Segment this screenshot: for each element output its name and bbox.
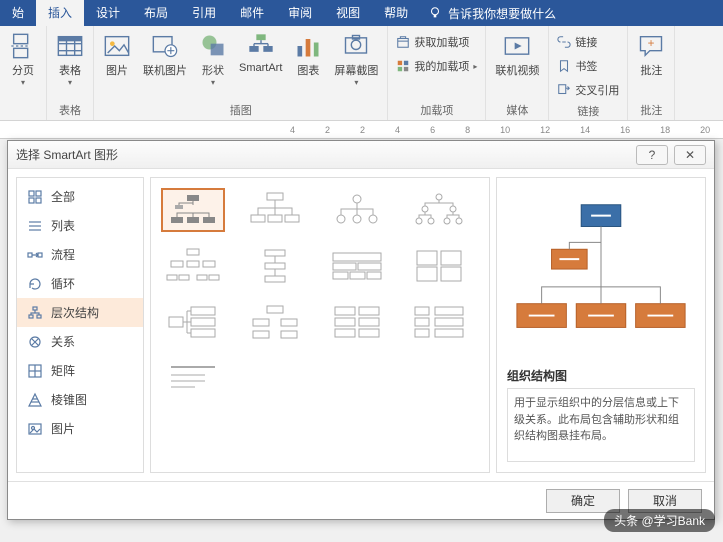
thumb-h8[interactable] bbox=[407, 244, 471, 288]
tab-layout[interactable]: 布局 bbox=[132, 0, 180, 26]
group-pages: 分页▾ bbox=[0, 26, 47, 120]
tab-references[interactable]: 引用 bbox=[180, 0, 228, 26]
online-picture-icon bbox=[151, 32, 179, 60]
cancel-button[interactable]: 取消 bbox=[628, 489, 702, 513]
tab-review[interactable]: 审阅 bbox=[276, 0, 324, 26]
group-illustrations: 图片 联机图片 形状▾ SmartArt 图表 屏幕截图▾ bbox=[94, 26, 388, 120]
get-addins-button[interactable]: 获取加载项 bbox=[392, 31, 481, 53]
preview-description: 用于显示组织中的分层信息或上下级关系。此布局包含辅助形状和组织结构图悬挂布局。 bbox=[507, 388, 695, 462]
bookmark-icon bbox=[557, 59, 571, 73]
dialog-title-text: 选择 SmartArt 图形 bbox=[16, 146, 118, 163]
cat-relationship[interactable]: 关系 bbox=[17, 327, 143, 356]
all-icon bbox=[27, 189, 43, 205]
thumb-h9[interactable] bbox=[161, 300, 225, 344]
thumb-h11[interactable] bbox=[325, 300, 389, 344]
smartart-gallery bbox=[150, 177, 490, 473]
crossref-icon bbox=[557, 83, 571, 97]
group-links: 链接 书签 交叉引用 链接 bbox=[549, 26, 628, 120]
table-icon bbox=[56, 32, 84, 60]
help-button[interactable]: ? bbox=[636, 145, 668, 165]
store-icon bbox=[396, 35, 410, 49]
link-icon bbox=[557, 35, 571, 49]
cat-process[interactable]: 流程 bbox=[17, 240, 143, 269]
dialog-footer: 确定 取消 bbox=[8, 481, 714, 519]
ribbon-body: 分页▾ 表格▾ 表格 图片 联机图片 形状▾ bbox=[0, 26, 723, 121]
cat-picture[interactable]: 图片 bbox=[17, 414, 143, 443]
tell-me-search[interactable]: 告诉我你想要做什么 bbox=[428, 5, 556, 22]
cat-pyramid[interactable]: 棱锥图 bbox=[17, 385, 143, 414]
svg-text:+: + bbox=[648, 37, 655, 50]
comment-icon: + bbox=[637, 32, 665, 60]
thumb-h12[interactable] bbox=[407, 300, 471, 344]
thumb-h7[interactable] bbox=[325, 244, 389, 288]
thumb-h4[interactable] bbox=[407, 188, 471, 232]
group-media: 联机视频 媒体 bbox=[486, 26, 549, 120]
tab-start[interactable]: 始 bbox=[0, 0, 36, 26]
thumb-h6[interactable] bbox=[243, 244, 307, 288]
thumb-h10[interactable] bbox=[243, 300, 307, 344]
shapes-button[interactable]: 形状▾ bbox=[194, 29, 232, 100]
thumb-h13[interactable] bbox=[161, 356, 225, 400]
bookmark-button[interactable]: 书签 bbox=[553, 55, 623, 77]
chart-icon bbox=[294, 32, 322, 60]
list-icon bbox=[27, 218, 43, 234]
process-icon bbox=[27, 247, 43, 263]
group-addins: 获取加载项 我的加载项▸ 加载项 bbox=[388, 26, 486, 120]
hierarchy-icon bbox=[27, 305, 43, 321]
link-button[interactable]: 链接 bbox=[553, 31, 623, 53]
picture-icon bbox=[103, 32, 131, 60]
tab-help[interactable]: 帮助 bbox=[372, 0, 420, 26]
tab-view[interactable]: 视图 bbox=[324, 0, 372, 26]
thumb-h2[interactable] bbox=[243, 188, 307, 232]
thumb-org-chart[interactable] bbox=[161, 188, 225, 232]
cat-hierarchy[interactable]: 层次结构 bbox=[17, 298, 143, 327]
smartart-icon bbox=[247, 32, 275, 60]
page-break-button[interactable]: 分页▾ bbox=[4, 29, 42, 116]
lightbulb-icon bbox=[428, 6, 442, 20]
cat-matrix[interactable]: 矩阵 bbox=[17, 356, 143, 385]
picture-cat-icon bbox=[27, 421, 43, 437]
tab-design[interactable]: 设计 bbox=[84, 0, 132, 26]
tab-mailings[interactable]: 邮件 bbox=[228, 0, 276, 26]
relationship-icon bbox=[27, 334, 43, 350]
preview-panel: 组织结构图 用于显示组织中的分层信息或上下级关系。此布局包含辅助形状和组织结构图… bbox=[496, 177, 706, 473]
page-break-icon bbox=[9, 32, 37, 60]
table-button[interactable]: 表格▾ bbox=[51, 29, 89, 100]
cat-list[interactable]: 列表 bbox=[17, 211, 143, 240]
screenshot-icon bbox=[342, 32, 370, 60]
group-comments: + 批注 批注 bbox=[628, 26, 675, 120]
smartart-button[interactable]: SmartArt bbox=[234, 29, 287, 100]
crossref-button[interactable]: 交叉引用 bbox=[553, 79, 623, 101]
dialog-titlebar: 选择 SmartArt 图形 ? ✕ bbox=[8, 141, 714, 169]
group-tables: 表格▾ 表格 bbox=[47, 26, 94, 120]
preview-canvas bbox=[507, 188, 695, 359]
cycle-icon bbox=[27, 276, 43, 292]
cat-all[interactable]: 全部 bbox=[17, 182, 143, 211]
ribbon-tabs: 始 插入 设计 布局 引用 邮件 审阅 视图 帮助 告诉我你想要做什么 bbox=[0, 0, 723, 26]
addins-icon bbox=[396, 59, 410, 73]
video-icon bbox=[503, 32, 531, 60]
my-addins-button[interactable]: 我的加载项▸ bbox=[392, 55, 481, 77]
chart-button[interactable]: 图表 bbox=[289, 29, 327, 100]
online-picture-button[interactable]: 联机图片 bbox=[138, 29, 192, 100]
shapes-icon bbox=[199, 32, 227, 60]
category-list: 全部 列表 流程 循环 层次结构 关系 矩阵 棱锥图 图片 bbox=[16, 177, 144, 473]
smartart-dialog: 选择 SmartArt 图形 ? ✕ 全部 列表 流程 循环 层次结构 关系 矩… bbox=[7, 140, 715, 520]
screenshot-button[interactable]: 屏幕截图▾ bbox=[329, 29, 383, 100]
cat-cycle[interactable]: 循环 bbox=[17, 269, 143, 298]
thumb-h5[interactable] bbox=[161, 244, 225, 288]
thumb-h3[interactable] bbox=[325, 188, 389, 232]
close-button[interactable]: ✕ bbox=[674, 145, 706, 165]
online-video-button[interactable]: 联机视频 bbox=[490, 29, 544, 100]
pyramid-icon bbox=[27, 392, 43, 408]
matrix-icon bbox=[27, 363, 43, 379]
ok-button[interactable]: 确定 bbox=[546, 489, 620, 513]
comment-button[interactable]: + 批注 bbox=[632, 29, 670, 100]
preview-diagram bbox=[507, 194, 695, 354]
preview-title: 组织结构图 bbox=[507, 367, 695, 384]
ruler: 422468101214161820 bbox=[0, 121, 723, 139]
tab-insert[interactable]: 插入 bbox=[36, 0, 84, 26]
picture-button[interactable]: 图片 bbox=[98, 29, 136, 100]
